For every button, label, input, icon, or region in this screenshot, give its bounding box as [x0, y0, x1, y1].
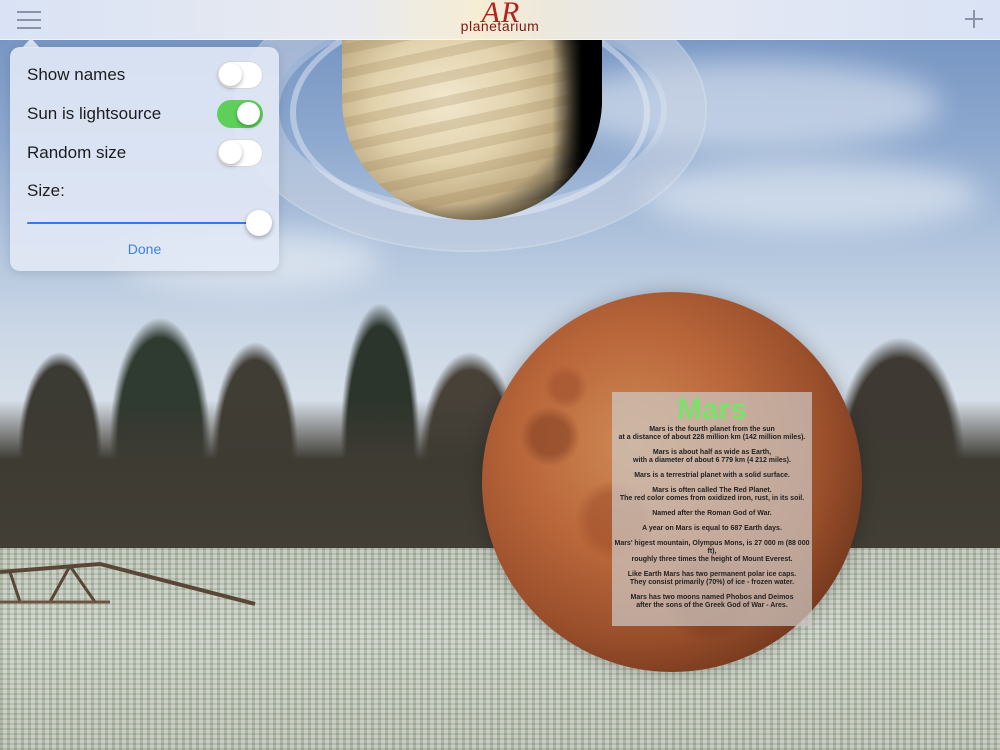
- random-size-label: Random size: [27, 143, 127, 162]
- hamburger-menu-icon[interactable]: [17, 11, 41, 29]
- random-size-row: Random size: [27, 139, 267, 171]
- planet-info-line: Named after the Roman God of War.: [652, 510, 772, 517]
- planet-info-line: They consist primarily (70%) of ice - fr…: [629, 579, 795, 586]
- show-names-row: Show names: [27, 61, 267, 93]
- planet-info-line: Mars has two moons named Phobos and Deim…: [630, 594, 794, 601]
- planet-info-title: Mars: [676, 393, 748, 426]
- planet-info-line: after the sons of the Greek God of War -…: [636, 602, 788, 609]
- sun-lightsource-toggle[interactable]: [217, 100, 263, 128]
- sun-lightsource-label: Sun is lightsource: [27, 104, 162, 123]
- planet-info-line: with a diameter of about 6 779 km (4 212…: [633, 457, 791, 464]
- size-slider-thumb[interactable]: [246, 210, 272, 236]
- planet-info-line: Mars is a terrestrial planet with a soli…: [634, 472, 790, 479]
- planet-info-line: The red color comes from oxidized iron, …: [619, 495, 805, 502]
- planet-info-panel: Mars Mars is the fourth planet from the …: [612, 392, 812, 626]
- size-slider[interactable]: [27, 209, 272, 239]
- logo-subtitle: planetarium: [460, 18, 540, 34]
- planet-info-line: at a distance of about 228 million km (1…: [618, 434, 806, 441]
- planet-info-line: Mars is about half as wide as Earth,: [652, 449, 772, 456]
- app-logo: AR planetarium: [454, 0, 546, 38]
- show-names-label: Show names: [27, 65, 126, 84]
- planet-info-body: Mars is the fourth planet from the sun at…: [612, 426, 812, 610]
- planet-info-line: Mars' higest mountain, Olympus Mons, is …: [614, 540, 810, 555]
- planet-info-line: Like Earth Mars has two permanent polar …: [627, 571, 797, 578]
- settings-popover: Show names Sun is lightsource Random siz…: [10, 47, 279, 271]
- planet-info-line: Mars is often called The Red Planet.: [652, 487, 772, 494]
- random-size-toggle[interactable]: [217, 139, 263, 167]
- done-button[interactable]: Done: [10, 241, 279, 257]
- show-names-toggle[interactable]: [217, 61, 263, 89]
- planet-info-line: A year on Mars is equal to 687 Earth day…: [642, 525, 782, 532]
- sun-lightsource-row: Sun is lightsource: [27, 100, 267, 132]
- planet-info-line: Mars is the fourth planet from the sun: [649, 426, 775, 433]
- playground-structure: [0, 561, 256, 606]
- size-label: Size:: [27, 181, 65, 200]
- planet-info-line: roughly three times the height of Mount …: [631, 556, 793, 563]
- top-bar: AR planetarium: [0, 0, 1000, 40]
- plus-icon[interactable]: [963, 8, 985, 30]
